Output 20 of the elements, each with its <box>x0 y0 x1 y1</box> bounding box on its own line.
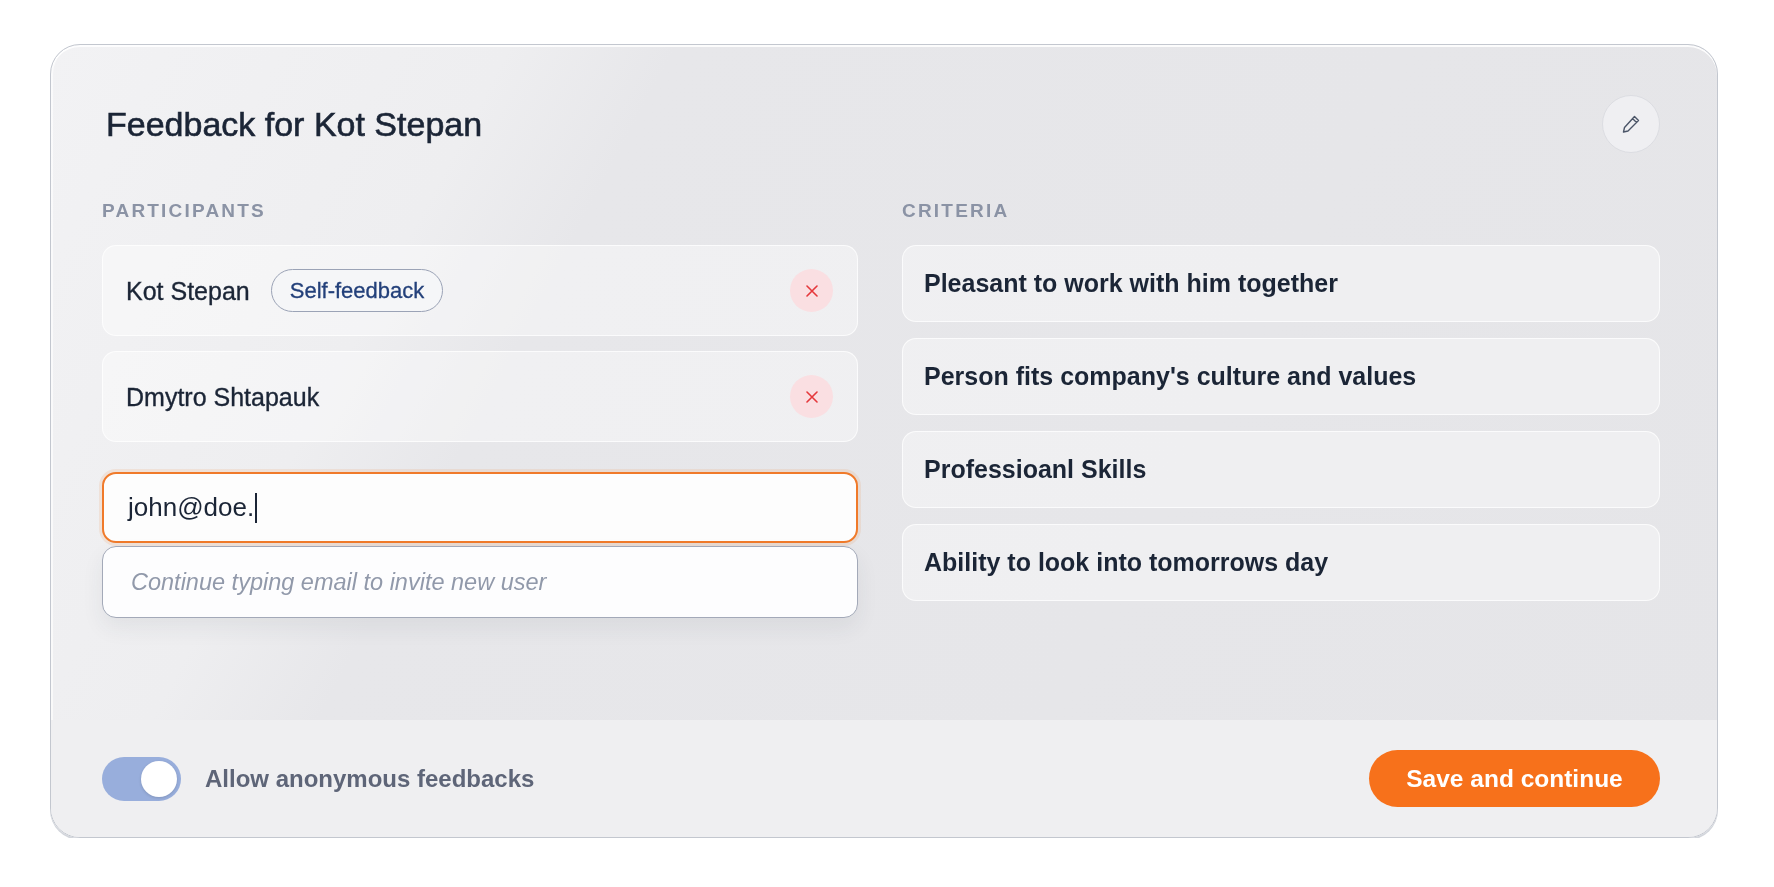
dialog-title: Feedback for Kot Stepan <box>106 104 483 144</box>
pencil-icon <box>1621 114 1641 134</box>
text-cursor <box>255 492 258 523</box>
criterion-item: Professioanl Skills <box>902 431 1660 508</box>
role-tag: Self-feedback <box>270 269 444 312</box>
toggle-label: Allow anonymous feedbacks <box>205 764 535 793</box>
remove-button[interactable] <box>790 375 833 418</box>
section-label: PARTICIPANTS <box>102 200 267 222</box>
participant-name: Dmytro Shtapauk <box>126 381 320 412</box>
toggle-switch[interactable] <box>102 756 181 801</box>
hint-text: Continue typing email to invite new user <box>131 568 547 596</box>
section-label: CRITERIA <box>902 200 1011 222</box>
participant-name: Kot Stepan <box>126 275 250 306</box>
criterion-item: Person fits company's culture and values <box>902 338 1660 415</box>
criterion-item: Ability to look into tomorrows day <box>902 524 1660 601</box>
criterion-item: Pleasant to work with him together <box>902 245 1660 322</box>
close-icon <box>805 284 818 297</box>
email-input[interactable]: john@doe. <box>102 472 858 543</box>
remove-button[interactable] <box>790 269 833 312</box>
close-icon <box>805 390 818 403</box>
